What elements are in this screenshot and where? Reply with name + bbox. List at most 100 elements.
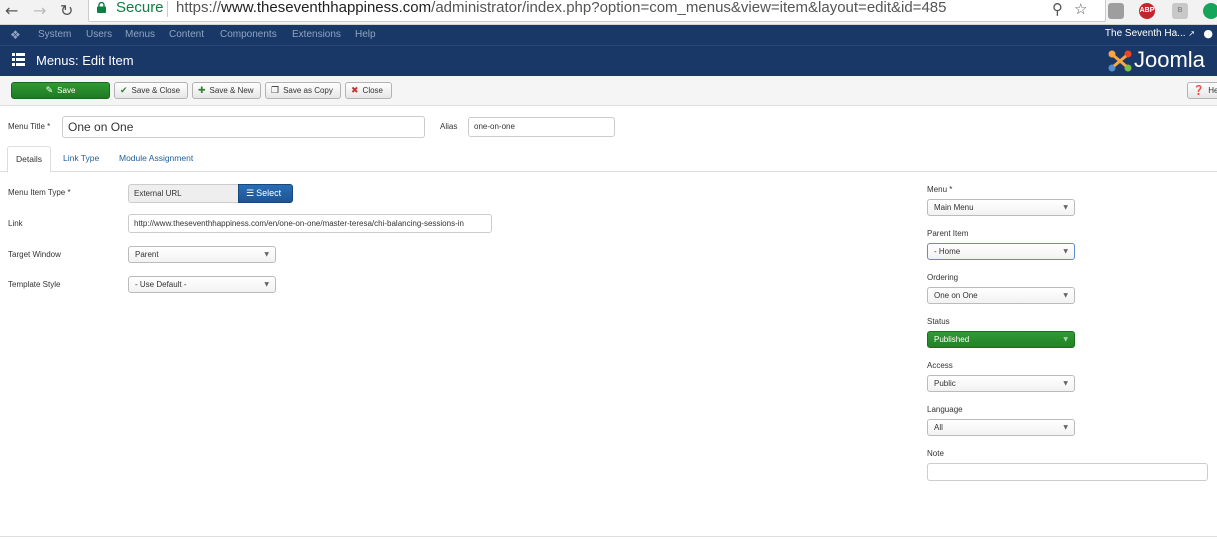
joomla-logo-mark-icon	[1108, 50, 1132, 72]
chevron-down-icon: ▼	[1063, 204, 1068, 211]
extension-b-icon[interactable]: B	[1172, 3, 1188, 19]
nav-users[interactable]: Users	[86, 29, 112, 40]
external-link-icon: ↗	[1188, 29, 1195, 38]
close-circle-icon: ✖	[351, 86, 359, 96]
ordering-select[interactable]: One on One ▼	[927, 287, 1075, 304]
menu-label: Menu *	[927, 185, 953, 194]
chevron-down-icon: ▼	[1063, 248, 1068, 255]
joomla-icon[interactable]: ❖	[10, 28, 21, 42]
alias-label: Alias	[440, 122, 458, 131]
check-icon: ✔	[120, 86, 128, 96]
save-new-button[interactable]: ✚ Save & New	[192, 82, 261, 99]
url-text: https://www.theseventhhappiness.com/admi…	[176, 0, 946, 16]
language-value: All	[934, 423, 943, 432]
save-close-label: Save & Close	[131, 86, 181, 95]
ordering-label: Ordering	[927, 273, 959, 282]
nav-menus[interactable]: Menus	[125, 29, 155, 40]
save-new-label: Save & New	[209, 86, 254, 95]
site-link[interactable]: The Seventh Ha... ↗	[1105, 28, 1195, 39]
link-label: Link	[8, 219, 23, 228]
menu-title-label: Menu Title *	[8, 122, 51, 131]
tab-module-assignment[interactable]: Module Assignment	[111, 146, 201, 172]
menu-select[interactable]: Main Menu ▼	[927, 199, 1075, 216]
bookmark-star-icon[interactable]: ☆	[1074, 0, 1087, 18]
zoom-icon[interactable]: ⚲	[1052, 0, 1063, 18]
nav-extensions[interactable]: Extensions	[292, 29, 341, 40]
status-select[interactable]: Published ▼	[927, 331, 1075, 348]
list-icon: ☰	[246, 189, 255, 199]
edit-icon: ✎	[45, 86, 54, 96]
menu-value: Main Menu	[934, 203, 974, 212]
admin-top-nav: ❖ System Users Menus Content Components …	[0, 25, 1217, 45]
save-copy-label: Save as Copy	[283, 86, 333, 95]
back-arrow-icon[interactable]: ←	[5, 1, 18, 20]
adblock-plus-icon[interactable]: ABP	[1139, 3, 1155, 19]
link-input[interactable]: http://www.theseventhhappiness.com/en/on…	[128, 214, 492, 233]
save-close-button[interactable]: ✔ Save & Close	[114, 82, 188, 99]
language-label: Language	[927, 405, 963, 414]
target-window-label: Target Window	[8, 250, 61, 259]
divider	[0, 536, 1217, 537]
access-select[interactable]: Public ▼	[927, 375, 1075, 392]
chevron-down-icon: ▼	[264, 281, 269, 288]
target-window-select[interactable]: Parent ▼	[128, 246, 276, 263]
nav-components[interactable]: Components	[220, 29, 277, 40]
menu-item-type-label: Menu Item Type *	[8, 188, 71, 197]
page-header: Menus: Edit Item Joomla	[0, 45, 1217, 76]
status-value: Published	[934, 335, 970, 344]
secure-label: Secure	[116, 0, 164, 16]
chevron-down-icon: ▼	[1063, 380, 1068, 387]
template-style-value: - Use Default -	[135, 280, 187, 289]
select-type-button[interactable]: ☰ Select	[238, 184, 293, 203]
plus-icon: ✚	[198, 86, 206, 96]
forward-arrow-icon[interactable]: →	[33, 1, 46, 20]
access-label: Access	[927, 361, 953, 370]
tab-bar: Details Link Type Module Assignment	[0, 146, 1217, 173]
chevron-down-icon: ▼	[1063, 292, 1068, 299]
url-separator	[167, 1, 168, 17]
nav-help[interactable]: Help	[355, 29, 376, 40]
url-path: /administrator/index.php?option=com_menu…	[431, 0, 947, 16]
status-label: Status	[927, 317, 950, 326]
nav-content[interactable]: Content	[169, 29, 204, 40]
note-input[interactable]	[927, 463, 1208, 481]
chevron-down-icon: ▼	[1063, 336, 1068, 343]
user-icon[interactable]: ●	[1203, 27, 1213, 40]
ordering-value: One on One	[934, 291, 978, 300]
tab-link-type[interactable]: Link Type	[55, 146, 107, 172]
select-label: Select	[256, 188, 282, 198]
note-label: Note	[927, 449, 944, 458]
template-style-select[interactable]: - Use Default - ▼	[128, 276, 276, 293]
extension-icon[interactable]	[1108, 3, 1124, 19]
help-label: He	[1208, 86, 1217, 95]
page-title: Menus: Edit Item	[36, 53, 134, 68]
reload-icon[interactable]: ↻	[60, 1, 73, 20]
close-button[interactable]: ✖ Close	[345, 82, 392, 99]
copy-icon: ❐	[271, 86, 280, 96]
action-toolbar: ✎ Save ✔ Save & Close ✚ Save & New ❐ Save as…	[0, 76, 1217, 106]
target-window-value: Parent	[135, 250, 159, 259]
language-select[interactable]: All ▼	[927, 419, 1075, 436]
template-style-label: Template Style	[8, 280, 61, 289]
access-value: Public	[934, 379, 956, 388]
save-copy-button[interactable]: ❐ Save as Copy	[265, 82, 341, 99]
question-icon: ❓	[1193, 86, 1205, 96]
parent-item-value: - Home	[934, 247, 961, 256]
browser-toolbar: ← → ↻ Secure https://www.theseventhhappi…	[0, 0, 1217, 25]
list-icon	[12, 53, 25, 66]
parent-item-label: Parent Item	[927, 229, 969, 238]
save-label: Save	[57, 86, 76, 95]
parent-item-select[interactable]: - Home ▼	[927, 243, 1075, 260]
address-bar[interactable]: Secure https://www.theseventhhappiness.c…	[88, 0, 1106, 22]
lock-icon	[97, 2, 106, 13]
menu-title-input[interactable]: One on One	[62, 116, 425, 138]
tab-details[interactable]: Details	[7, 146, 51, 173]
help-button[interactable]: ❓ He	[1187, 82, 1217, 99]
nav-system[interactable]: System	[38, 29, 71, 40]
alias-input[interactable]: one-on-one	[468, 117, 615, 137]
save-button[interactable]: ✎ Save	[11, 82, 110, 99]
grammarly-icon[interactable]	[1203, 3, 1217, 19]
chevron-down-icon: ▼	[264, 251, 269, 258]
chevron-down-icon: ▼	[1063, 424, 1068, 431]
menu-item-type-field: External URL	[128, 184, 239, 203]
